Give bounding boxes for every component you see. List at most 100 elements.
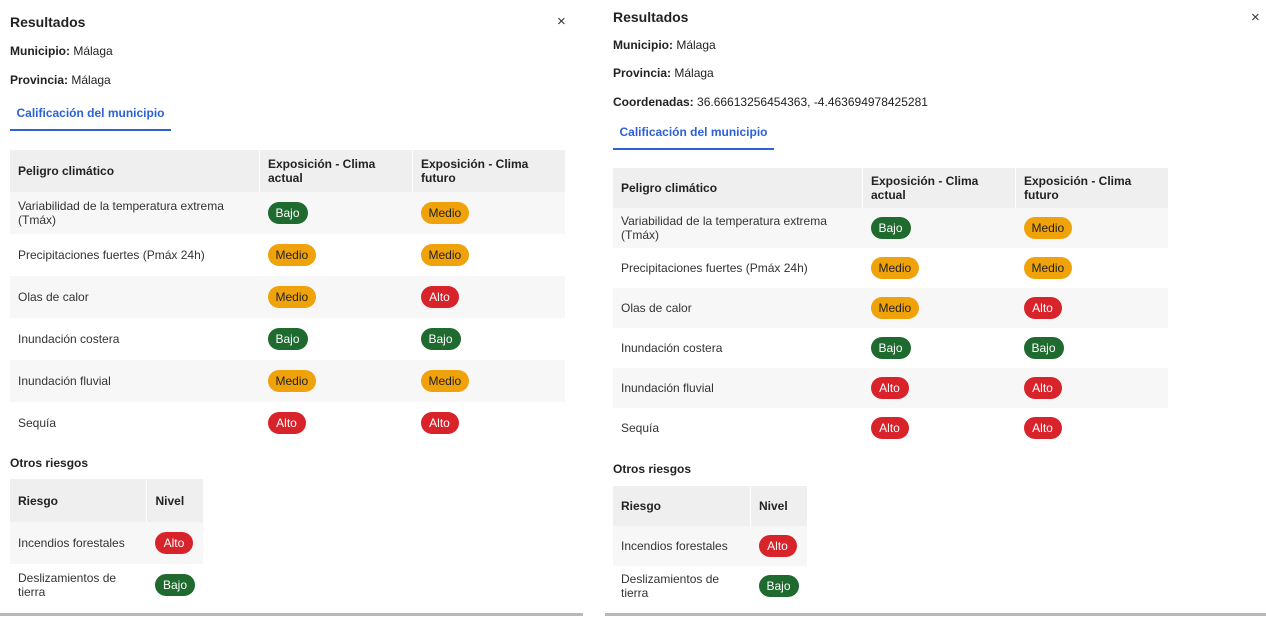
column-header-peligro: Peligro climático	[613, 168, 863, 208]
futuro-cell: Alto	[412, 402, 565, 444]
futuro-cell: Bajo	[1015, 328, 1168, 368]
table-row: Incendios forestales Alto	[10, 522, 203, 564]
level-badge: Medio	[267, 370, 317, 392]
level-badge: Bajo	[154, 574, 195, 596]
provincia-value: Málaga	[71, 73, 111, 87]
actual-cell: Medio	[259, 234, 413, 276]
level-badge: Medio	[420, 244, 470, 266]
table-row: Precipitaciones fuertes (Pmáx 24h) Medio M…	[10, 234, 565, 276]
nivel-cell: Bajo	[750, 566, 807, 606]
peligro-cell: Sequía	[613, 408, 863, 448]
table-header-row: Peligro climático Exposición - Clima act…	[10, 150, 565, 192]
table-row: Sequía Alto Alto	[10, 402, 565, 444]
municipio-label: Municipio:	[10, 44, 70, 58]
peligros-table: Peligro climático Exposición - Clima act…	[613, 168, 1168, 448]
provincia-row: Provincia: Málaga	[10, 73, 111, 87]
municipio-row: Municipio: Málaga	[613, 38, 716, 52]
results-panel-right: Resultados × Municipio: Málaga Provincia…	[605, 0, 1266, 616]
provincia-label: Provincia:	[10, 73, 69, 87]
actual-cell: Bajo	[862, 208, 1016, 248]
tab-active-indicator	[613, 148, 774, 150]
peligro-cell: Inundación fluvial	[10, 360, 260, 402]
column-header-futuro: Exposición - Clima futuro	[1015, 168, 1168, 208]
riesgo-cell: Deslizamientos de tierra	[10, 564, 147, 606]
municipio-value: Málaga	[676, 38, 716, 52]
otros-riesgos-table: Riesgo Nivel Incendios forestales Alto Des…	[613, 486, 807, 606]
level-badge: Alto	[758, 535, 797, 557]
coordenadas-row: Coordenadas: 36.66613256454363, -4.46369…	[613, 95, 928, 109]
column-header-actual: Exposición - Clima actual	[862, 168, 1016, 208]
level-badge: Alto	[154, 532, 193, 554]
table-header-row: Riesgo Nivel	[10, 479, 203, 522]
table-row: Deslizamientos de tierra Bajo	[10, 564, 203, 606]
futuro-cell: Medio	[412, 360, 565, 402]
level-badge: Alto	[1023, 377, 1062, 399]
level-badge: Medio	[420, 370, 470, 392]
level-badge: Bajo	[870, 337, 911, 359]
table-row: Variabilidad de la temperatura extrema (…	[613, 208, 1168, 248]
level-badge: Bajo	[1023, 337, 1064, 359]
level-badge: Alto	[1023, 297, 1062, 319]
panel-title: Resultados	[10, 14, 86, 30]
column-header-nivel: Nivel	[750, 486, 807, 526]
level-badge: Medio	[267, 244, 317, 266]
nivel-cell: Bajo	[146, 564, 203, 606]
table-row: Deslizamientos de tierra Bajo	[613, 566, 807, 606]
level-badge: Alto	[1023, 417, 1062, 439]
actual-cell: Medio	[259, 360, 413, 402]
table-header-row: Riesgo Nivel	[613, 486, 807, 526]
column-header-nivel: Nivel	[146, 479, 203, 522]
futuro-cell: Alto	[1015, 408, 1168, 448]
municipio-value: Málaga	[73, 44, 113, 58]
level-badge: Medio	[267, 286, 317, 308]
riesgo-cell: Incendios forestales	[613, 526, 751, 566]
peligros-table: Peligro climático Exposición - Clima act…	[10, 150, 565, 444]
futuro-cell: Medio	[412, 234, 565, 276]
nivel-cell: Alto	[750, 526, 807, 566]
coordenadas-label: Coordenadas:	[613, 95, 694, 109]
peligro-cell: Olas de calor	[613, 288, 863, 328]
column-header-futuro: Exposición - Clima futuro	[412, 150, 565, 192]
riesgo-cell: Deslizamientos de tierra	[613, 566, 751, 606]
table-row: Precipitaciones fuertes (Pmáx 24h) Medio M…	[613, 248, 1168, 288]
futuro-cell: Alto	[1015, 288, 1168, 328]
actual-cell: Bajo	[259, 192, 413, 234]
tab-active-indicator	[10, 129, 171, 131]
level-badge: Medio	[1023, 217, 1073, 239]
actual-cell: Medio	[862, 288, 1016, 328]
peligro-cell: Precipitaciones fuertes (Pmáx 24h)	[10, 234, 260, 276]
futuro-cell: Medio	[1015, 208, 1168, 248]
level-badge: Alto	[870, 377, 909, 399]
results-panel-left: Resultados × Municipio: Málaga Provincia…	[0, 0, 583, 616]
level-badge: Bajo	[420, 328, 461, 350]
panel-divider	[583, 0, 605, 617]
close-icon[interactable]: ×	[557, 13, 566, 30]
table-row: Inundación costera Bajo Bajo	[10, 318, 565, 360]
peligro-cell: Inundación fluvial	[613, 368, 863, 408]
municipio-row: Municipio: Málaga	[10, 44, 113, 58]
column-header-riesgo: Riesgo	[613, 486, 751, 526]
actual-cell: Bajo	[862, 328, 1016, 368]
peligro-cell: Precipitaciones fuertes (Pmáx 24h)	[613, 248, 863, 288]
level-badge: Bajo	[870, 217, 911, 239]
tab-calificacion-municipio[interactable]: Calificación del municipio	[10, 106, 171, 120]
level-badge: Bajo	[267, 328, 308, 350]
table-row: Inundación fluvial Alto Alto	[613, 368, 1168, 408]
riesgo-cell: Incendios forestales	[10, 522, 147, 564]
level-badge: Medio	[1023, 257, 1073, 279]
futuro-cell: Alto	[412, 276, 565, 318]
otros-riesgos-title: Otros riesgos	[613, 462, 692, 476]
table-row: Olas de calor Medio Alto	[10, 276, 565, 318]
table-row: Sequía Alto Alto	[613, 408, 1168, 448]
peligro-cell: Inundación costera	[10, 318, 260, 360]
close-icon[interactable]: ×	[1251, 9, 1260, 26]
level-badge: Bajo	[758, 575, 799, 597]
table-row: Incendios forestales Alto	[613, 526, 807, 566]
level-badge: Alto	[420, 412, 459, 434]
peligro-cell: Inundación costera	[613, 328, 863, 368]
panel-title: Resultados	[613, 9, 689, 25]
futuro-cell: Medio	[412, 192, 565, 234]
level-badge: Bajo	[267, 202, 308, 224]
tab-calificacion-municipio[interactable]: Calificación del municipio	[613, 125, 774, 139]
table-row: Variabilidad de la temperatura extrema (…	[10, 192, 565, 234]
